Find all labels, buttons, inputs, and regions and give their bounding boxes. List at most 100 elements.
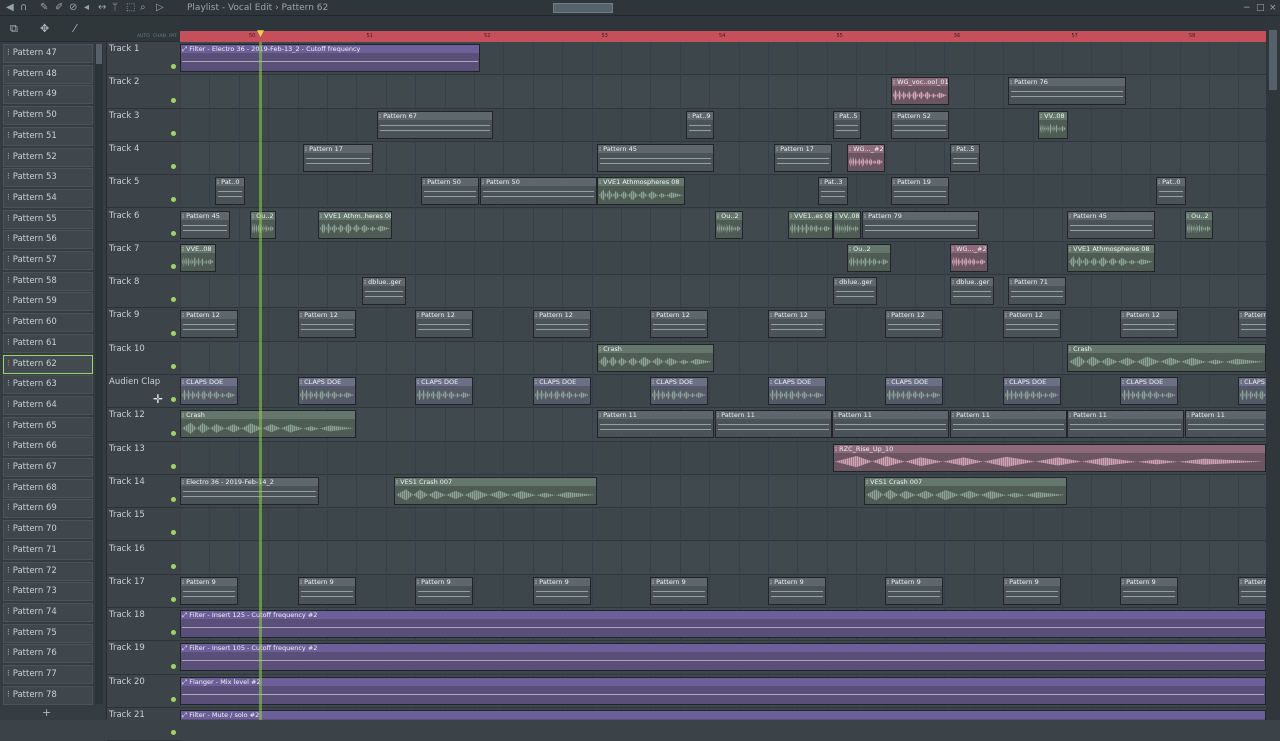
add-pattern-button[interactable]: +: [42, 706, 51, 719]
clip[interactable]: ⁝ CLAPS DOE: [1238, 377, 1266, 405]
pattern-item[interactable]: ⁝ Pattern 62: [3, 354, 93, 374]
clip[interactable]: ⁝ Pattern 12: [650, 310, 708, 339]
track-header[interactable]: Track 7: [107, 242, 180, 276]
clip[interactable]: ⁝ Pattern 12: [1120, 310, 1178, 339]
clip[interactable]: ⁝ Pattern 9: [1003, 576, 1061, 605]
pencil-icon[interactable]: ⁄: [74, 22, 76, 35]
clip[interactable]: ⁝ Pattern 45: [597, 143, 714, 172]
clip[interactable]: ⁝ Pattern 9: [415, 576, 473, 605]
track-header[interactable]: Track 8: [107, 275, 180, 309]
clip[interactable]: ⁝ Ou..2: [715, 210, 743, 239]
pattern-item[interactable]: ⁝ Pattern 74: [3, 602, 93, 622]
select-icon[interactable]: ⬚: [126, 2, 135, 14]
track-enable-led[interactable]: [171, 597, 176, 603]
track-enable-led[interactable]: [171, 164, 176, 170]
clip[interactable]: ⁝ Pattern 9: [1238, 576, 1266, 605]
tab-pat[interactable]: PAT: [169, 34, 177, 39]
track-enable-led[interactable]: [171, 230, 176, 236]
clip[interactable]: ⁝ Pattern 79: [862, 210, 979, 239]
clip[interactable]: ⁝ Pattern 9: [1120, 576, 1178, 605]
clip[interactable]: ⁝ Electro 36 - 2019-Feb-14_2: [180, 476, 319, 505]
pattern-item[interactable]: ⁝ Pattern 73: [3, 582, 93, 602]
track-enable-led[interactable]: [171, 330, 176, 336]
track-lane[interactable]: [180, 175, 1266, 209]
clip[interactable]: ⁝ Pattern 11: [1185, 410, 1266, 439]
clip[interactable]: ⁝ CLAPS DOE: [415, 377, 473, 405]
track-enable-led[interactable]: [171, 663, 176, 669]
pattern-item[interactable]: ⁝ Pattern 68: [3, 478, 93, 498]
track-enable-led[interactable]: [171, 497, 176, 503]
clip[interactable]: ⁝ CLAPS DOE: [298, 377, 356, 405]
track-header[interactable]: Audien Clap: [107, 375, 180, 409]
clip[interactable]: ⤢ Filter - Insert 125 - Cutoff frequency…: [180, 610, 1266, 639]
clip[interactable]: ⁝ CLAPS DOE: [650, 377, 708, 405]
clip[interactable]: ⁝ Pattern 12: [1003, 310, 1061, 339]
track-enable-led[interactable]: [171, 696, 176, 702]
clip[interactable]: ⤢ Filter - Mute / solo #2: [180, 710, 1266, 720]
track-lane[interactable]: [180, 109, 1266, 142]
magnet-icon[interactable]: ∩: [20, 2, 27, 14]
pattern-item[interactable]: ⁝ Pattern 55: [3, 209, 93, 229]
clip[interactable]: ⁝ VES1 Crash 007: [864, 476, 1067, 505]
track-enable-led[interactable]: [171, 397, 176, 403]
playhead-marker-icon[interactable]: ▼: [257, 30, 264, 39]
clip[interactable]: ⁝ VV..08: [833, 210, 861, 239]
clip[interactable]: ⁝ Pattern 12: [533, 310, 591, 339]
slice-icon[interactable]: ᛘ: [112, 2, 118, 14]
pattern-item[interactable]: ⁝ Pattern 57: [3, 251, 93, 270]
clip[interactable]: ⁝ Pattern 17: [774, 143, 832, 172]
track-enable-led[interactable]: [171, 297, 176, 303]
clip[interactable]: ⁝ Ou..2: [250, 210, 276, 239]
tab-chan[interactable]: CHAN: [153, 34, 166, 39]
track-header[interactable]: Track 13: [107, 442, 180, 475]
pattern-item[interactable]: ⁝ Pattern 56: [3, 230, 93, 250]
clip[interactable]: ⁝ VVE..08: [180, 243, 216, 272]
pattern-item[interactable]: ⁝ Pattern 77: [3, 665, 93, 684]
clip[interactable]: ⁝ VVE1 Athm..heres 08: [318, 210, 392, 239]
track-lane[interactable]: [180, 275, 1266, 309]
clip[interactable]: ⁝ Crash: [597, 343, 714, 372]
playback-icon[interactable]: ▷: [156, 2, 164, 14]
minimize-icon[interactable]: −: [1243, 1, 1251, 15]
close-icon[interactable]: ×: [1269, 1, 1277, 15]
pattern-item[interactable]: ⁝ Pattern 71: [3, 540, 93, 560]
horizontal-scroll-area[interactable]: [180, 16, 1266, 31]
track-header[interactable]: Track 19: [107, 641, 180, 675]
track-enable-led[interactable]: [171, 463, 176, 469]
clip[interactable]: ⁝ Crash: [1067, 343, 1266, 372]
pattern-item[interactable]: ⁝ Pattern 49: [3, 85, 93, 105]
track-enable-led[interactable]: [171, 363, 176, 369]
clip[interactable]: ⁝ Pattern 50: [480, 177, 597, 206]
clip[interactable]: ⁝ VVE1..es 08: [788, 210, 833, 239]
clip[interactable]: ⁝ Pattern 12: [885, 310, 943, 339]
clip[interactable]: ⁝ CLAPS DOE: [885, 377, 943, 405]
pattern-item[interactable]: ⁝ Pattern 54: [3, 188, 93, 208]
patterns-icon[interactable]: ⧉: [10, 22, 18, 36]
clip[interactable]: ⁝ Pattern 11: [950, 410, 1067, 439]
maximize-icon[interactable]: □: [1256, 1, 1265, 15]
pattern-item[interactable]: ⁝ Pattern 66: [3, 437, 93, 457]
pattern-list-scrollbar[interactable]: [95, 44, 103, 704]
clip[interactable]: ⁝ CLAPS DOE: [533, 377, 591, 405]
pattern-item[interactable]: ⁝ Pattern 69: [3, 499, 93, 519]
track-enable-led[interactable]: [171, 130, 176, 136]
clip[interactable]: ⁝ Pattern 71: [1008, 277, 1066, 306]
track-lane[interactable]: [180, 474, 1266, 509]
clip[interactable]: ⤢ Filter - Insert 105 - Cutoff frequency…: [180, 643, 1266, 672]
clip[interactable]: ⁝ Pattern 9: [650, 576, 708, 605]
clip[interactable]: ⁝ Pattern 45: [1067, 210, 1155, 239]
pattern-item[interactable]: ⁝ Pattern 76: [3, 644, 93, 664]
track-header[interactable]: Track 10: [107, 342, 180, 375]
timeline-ruler[interactable]: 50 51 52 53 54 55 56 57 58: [180, 31, 1266, 42]
track-header[interactable]: Track 4: [107, 142, 180, 176]
track-enable-led[interactable]: [171, 97, 176, 103]
arrange-icon[interactable]: ✥: [40, 22, 49, 35]
track-enable-led[interactable]: [171, 630, 176, 636]
clip[interactable]: ⁝ dblue..ger: [833, 277, 877, 306]
clip[interactable]: ⁝ Pat..0: [1156, 177, 1186, 206]
track-header[interactable]: Track 21: [107, 708, 180, 741]
clip[interactable]: ⁝ Pattern 50: [421, 177, 479, 206]
pattern-item[interactable]: ⁝ Pattern 72: [3, 561, 93, 581]
track-header[interactable]: Track 9: [107, 308, 180, 342]
track-enable-led[interactable]: [171, 530, 176, 536]
